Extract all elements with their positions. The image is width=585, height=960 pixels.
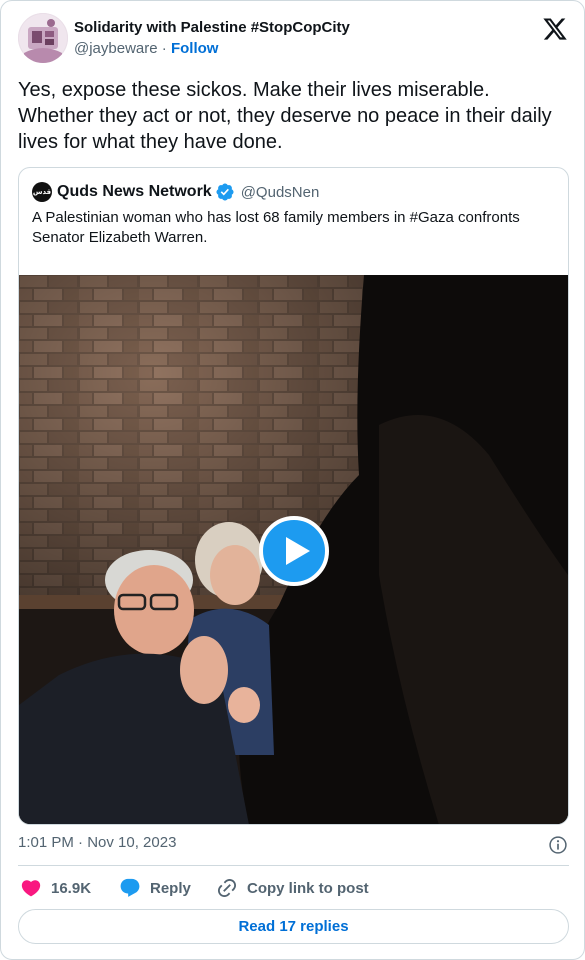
avatar-illustration-icon — [18, 13, 68, 63]
play-icon — [286, 537, 310, 565]
play-button[interactable] — [259, 516, 329, 586]
info-icon[interactable] — [548, 835, 568, 855]
author-display-name[interactable]: Solidarity with Palestine #StopCopCity — [74, 18, 350, 38]
quoted-author-avatar[interactable]: قدس — [32, 182, 52, 202]
video-player[interactable] — [19, 275, 568, 824]
post-timestamp[interactable]: 1:01 PM · Nov 10, 2023 — [18, 833, 176, 853]
copy-link-label: Copy link to post — [247, 879, 369, 897]
embedded-post-card: Solidarity with Palestine #StopCopCity @… — [0, 0, 585, 960]
post-header: Solidarity with Palestine #StopCopCity @… — [18, 13, 570, 65]
quoted-author-name[interactable]: Quds News Network — [57, 183, 212, 201]
follow-button[interactable]: Follow — [171, 40, 219, 57]
copy-link-button[interactable]: Copy link to post — [216, 876, 369, 900]
like-button[interactable]: 16.9K — [20, 876, 91, 900]
verified-badge-icon — [216, 183, 234, 201]
author-avatar[interactable] — [18, 13, 68, 63]
post-actions: 16.9K Reply Copy link to post — [18, 876, 569, 900]
link-icon — [217, 878, 237, 898]
reply-button[interactable]: Reply — [119, 876, 191, 900]
separator-dot: · — [157, 40, 171, 57]
read-replies-button[interactable]: Read 17 replies — [18, 909, 569, 944]
post-text: Yes, expose these sickos. Make their liv… — [18, 79, 552, 153]
like-count: 16.9K — [51, 879, 92, 897]
quoted-post-header: قدس Quds News Network @QudsNen — [32, 181, 319, 203]
quoted-author-handle[interactable]: @QudsNen — [241, 184, 320, 201]
heart-icon — [21, 880, 41, 897]
author-handle[interactable]: @jaybeware — [74, 40, 158, 57]
quoted-post-text: A Palestinian woman who has lost 68 fami… — [32, 209, 520, 246]
reply-label: Reply — [150, 879, 191, 897]
x-logo-icon[interactable] — [542, 16, 568, 42]
author-handle-row: @jaybeware · Follow — [74, 39, 350, 59]
author-names: Solidarity with Palestine #StopCopCity @… — [74, 18, 350, 59]
speech-bubble-icon — [120, 878, 140, 897]
quoted-post[interactable]: قدس Quds News Network @QudsNen A Palesti… — [18, 167, 569, 825]
divider — [18, 865, 569, 866]
